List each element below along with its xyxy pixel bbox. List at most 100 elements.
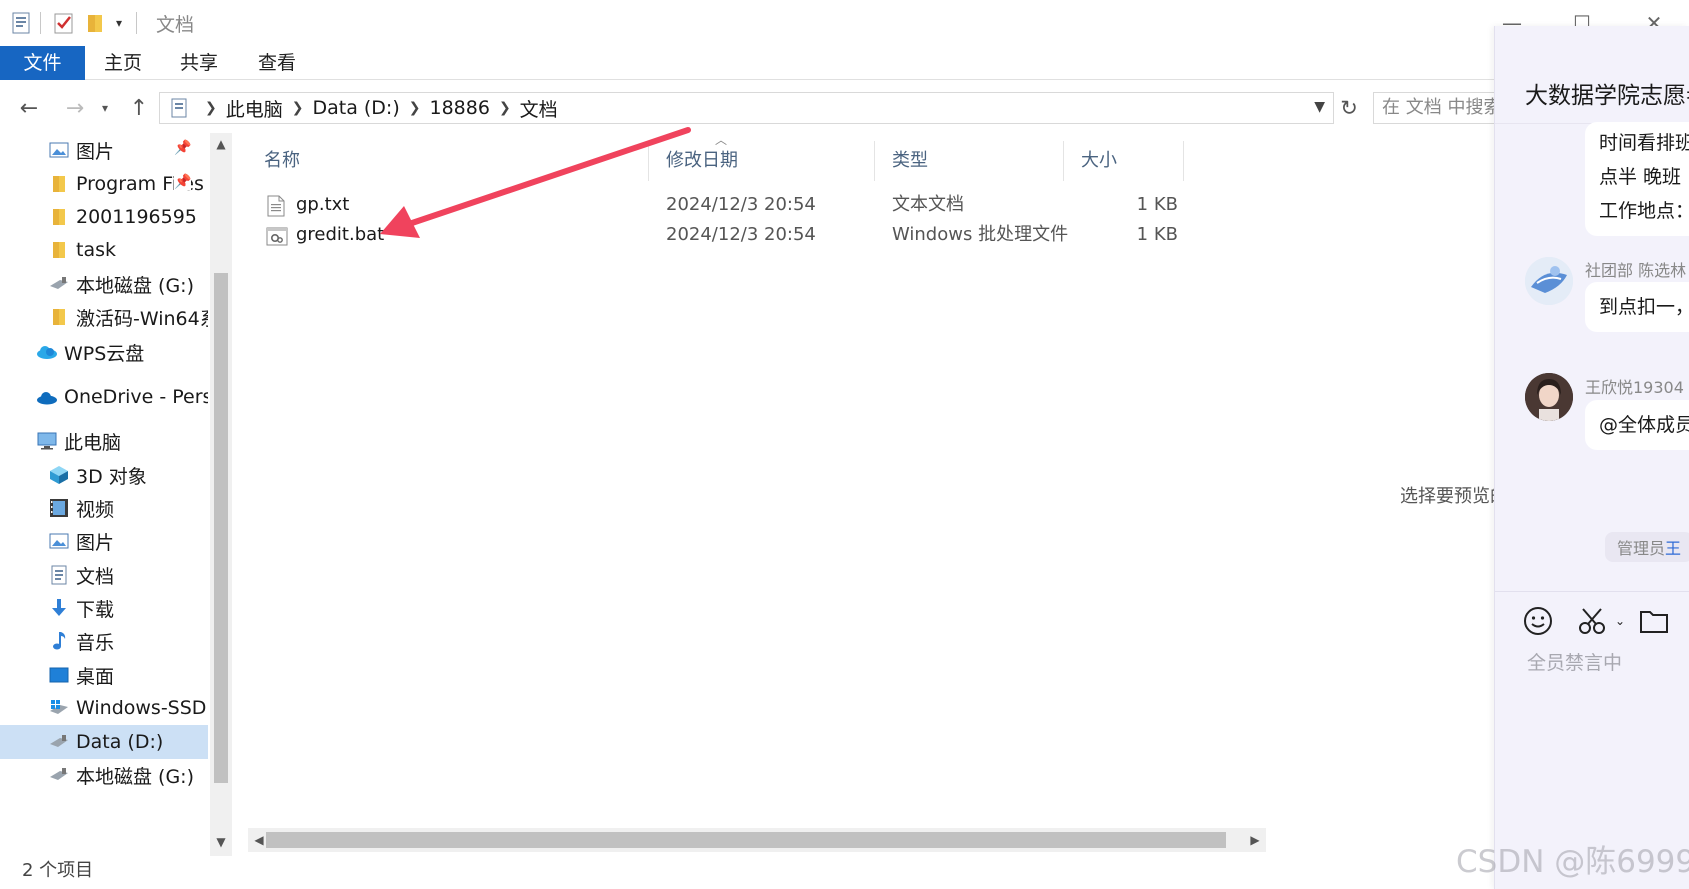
column-divider[interactable] xyxy=(648,141,649,181)
address-bar[interactable]: ❯ 此电脑 ❯ Data (D:) ❯ 18886 ❯ 文档 ▼ xyxy=(159,92,1334,124)
scroll-up-icon[interactable]: ▲ xyxy=(210,133,232,155)
screenshot-scissors-icon[interactable] xyxy=(1577,603,1609,639)
breadcrumb: ❯ 此电脑 ❯ Data (D:) ❯ 18886 ❯ 文档 xyxy=(160,93,558,123)
checklist-icon[interactable] xyxy=(52,10,76,36)
nav-item-2001196595[interactable]: 2001196595 xyxy=(48,200,208,234)
nav-item-label: 本地磁盘 (G:) xyxy=(76,765,194,788)
column-divider[interactable] xyxy=(874,141,875,181)
nav-item-local-disk-g[interactable]: 本地磁盘 (G:) xyxy=(48,267,208,301)
column-size[interactable]: 大小 xyxy=(1065,141,1185,181)
emoji-icon[interactable] xyxy=(1523,603,1553,639)
tab-share[interactable]: 共享 xyxy=(168,46,230,80)
nav-item-wps-cloud[interactable]: WPS云盘 xyxy=(36,335,208,369)
back-arrow-icon[interactable]: ← xyxy=(14,92,44,124)
address-row: ← → ▾ ↑ ❯ 此电脑 ❯ Data (D:) ❯ 18886 ❯ 文档 ▼… xyxy=(0,88,1503,128)
computer-icon xyxy=(36,431,58,451)
chevron-down-icon[interactable]: ⌄ xyxy=(1615,603,1625,639)
column-divider[interactable] xyxy=(1063,141,1064,181)
pictures-icon xyxy=(48,140,70,160)
scrollbar-thumb[interactable] xyxy=(266,832,1226,848)
nav-item-music[interactable]: 音乐 xyxy=(48,624,208,658)
chevron-right-icon[interactable]: ❯ xyxy=(292,100,304,116)
nav-item-videos[interactable]: 视频 xyxy=(48,491,208,525)
title-bar: ▾ 文档 — ☐ ✕ xyxy=(0,0,1662,44)
nav-item-documents[interactable]: 文档 xyxy=(48,558,208,592)
documents-icon xyxy=(48,565,70,585)
tab-home[interactable]: 主页 xyxy=(92,46,154,80)
file-type: 文本文档 xyxy=(892,194,964,215)
documents-icon xyxy=(168,98,190,118)
qat-separator xyxy=(136,12,137,34)
nav-item-label: 下载 xyxy=(76,598,115,621)
cloud-icon xyxy=(36,342,58,362)
chevron-right-icon[interactable]: ❯ xyxy=(409,100,421,116)
admin-note-prefix: 管理员 xyxy=(1617,539,1666,558)
pin-icon[interactable]: 📌 xyxy=(174,174,192,190)
scroll-right-icon[interactable]: ▶ xyxy=(1244,829,1266,851)
file-size: 1 KB xyxy=(1136,194,1178,215)
message-bubble[interactable]: @全体成员 xyxy=(1585,400,1689,450)
watermark: CSDN @陈6999 xyxy=(1456,844,1689,880)
file-date: 2024/12/3 20:54 xyxy=(666,194,816,215)
nav-item-activation-folder[interactable]: 激活码-Win64系 xyxy=(48,300,208,334)
navpane-scrollbar[interactable]: ▲ ▼ xyxy=(210,133,232,856)
message-sender: 社团部 陈选林 xyxy=(1585,261,1687,280)
message-bubble[interactable]: 到点扣一， xyxy=(1585,282,1689,332)
nav-item-label: Windows-SSD ( xyxy=(76,697,208,719)
forward-arrow-icon[interactable]: → xyxy=(60,92,90,124)
folder-icon xyxy=(48,174,70,194)
scroll-down-icon[interactable]: ▼ xyxy=(210,831,232,853)
column-date-modified[interactable]: 修改日期 xyxy=(650,141,872,181)
nav-item-desktop[interactable]: 桌面 xyxy=(48,658,208,692)
drive-icon xyxy=(48,732,70,752)
nav-item-3d-objects[interactable]: 3D 对象 xyxy=(48,458,208,492)
avatar[interactable] xyxy=(1525,257,1573,305)
search-input[interactable]: 在 文档 中搜索 xyxy=(1373,92,1503,124)
crumb-documents[interactable]: 文档 xyxy=(520,95,558,122)
drive-icon xyxy=(48,765,70,785)
file-row[interactable]: gp.txt 2024/12/3 20:54 文本文档 1 KB xyxy=(248,189,1266,221)
tab-file[interactable]: 文件 xyxy=(0,46,85,80)
column-type[interactable]: 类型 xyxy=(876,141,1062,181)
onedrive-icon xyxy=(36,387,58,407)
nav-item-label: 此电脑 xyxy=(64,431,122,454)
new-folder-icon[interactable] xyxy=(84,10,106,36)
properties-icon[interactable] xyxy=(10,10,32,36)
avatar[interactable] xyxy=(1525,373,1573,421)
nav-item-local-disk-g-2[interactable]: 本地磁盘 (G:) xyxy=(48,758,208,792)
message-bubble[interactable]: 时间看排班 点半 晚班 工作地点： xyxy=(1585,122,1689,236)
pin-icon[interactable]: 📌 xyxy=(174,140,191,156)
qat-dropdown-icon[interactable]: ▾ xyxy=(110,10,128,36)
folder-icon[interactable] xyxy=(1639,603,1669,639)
column-divider[interactable] xyxy=(1183,141,1184,181)
crumb-this-pc[interactable]: 此电脑 xyxy=(226,95,283,122)
nav-item-windows-ssd[interactable]: Windows-SSD ( xyxy=(48,691,208,725)
recent-locations-chevron-icon[interactable]: ▾ xyxy=(94,92,116,124)
column-name[interactable]: 名称 xyxy=(248,141,648,181)
admin-note-name[interactable]: 王 xyxy=(1665,539,1681,558)
nav-item-onedrive[interactable]: OneDrive - Personal xyxy=(36,380,208,414)
refresh-icon[interactable]: ↻ xyxy=(1336,92,1362,124)
nav-item-label: 音乐 xyxy=(76,631,115,654)
filelist-horizontal-scrollbar[interactable]: ◀ ▶ xyxy=(248,828,1266,852)
nav-item-label: 视频 xyxy=(76,498,115,521)
nav-item-this-pc[interactable]: 此电脑 xyxy=(36,424,208,458)
nav-item-downloads[interactable]: 下载 xyxy=(48,591,208,625)
muted-notice: 全员禁言中 xyxy=(1527,652,1623,674)
chevron-down-icon[interactable]: ▼ xyxy=(1314,99,1325,115)
crumb-data-d[interactable]: Data (D:) xyxy=(312,97,399,119)
nav-item-pictures[interactable]: 图片 xyxy=(48,524,208,558)
tab-view[interactable]: 查看 xyxy=(246,46,308,80)
crumb-18886[interactable]: 18886 xyxy=(429,97,489,119)
file-name: gp.txt xyxy=(296,194,350,215)
file-size: 1 KB xyxy=(1136,224,1178,245)
nav-item-task[interactable]: task xyxy=(48,233,208,267)
nav-item-data-d[interactable]: Data (D:) xyxy=(0,725,208,759)
chevron-right-icon[interactable]: ❯ xyxy=(499,100,511,116)
up-arrow-icon[interactable]: ↑ xyxy=(124,92,154,124)
scrollbar-thumb[interactable] xyxy=(214,273,228,783)
file-row[interactable]: gredit.bat 2024/12/3 20:54 Windows 批处理文件… xyxy=(248,219,1266,251)
nav-item-label: 图片 xyxy=(76,140,115,163)
ribbon-tabs: 文件 主页 共享 查看 xyxy=(0,46,1494,80)
status-item-count: 2 个项目 xyxy=(22,860,94,881)
